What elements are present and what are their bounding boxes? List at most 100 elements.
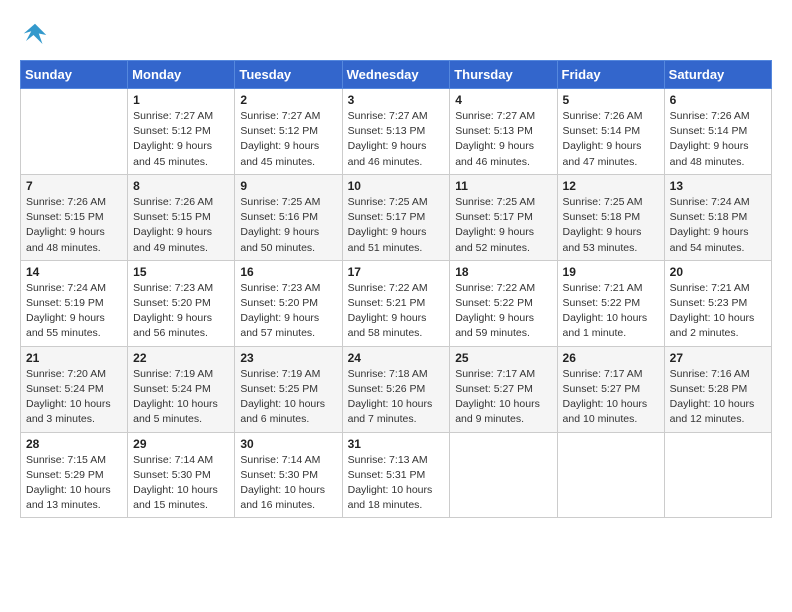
day-of-week-header: Wednesday bbox=[342, 61, 450, 89]
day-number: 21 bbox=[26, 351, 122, 365]
calendar-day-cell: 16 Sunrise: 7:23 AMSunset: 5:20 PMDayligh… bbox=[235, 260, 342, 346]
day-number: 29 bbox=[133, 437, 229, 451]
day-info: Sunrise: 7:23 AMSunset: 5:20 PMDaylight:… bbox=[240, 281, 336, 342]
day-info: Sunrise: 7:14 AMSunset: 5:30 PMDaylight:… bbox=[240, 453, 336, 514]
day-number: 10 bbox=[348, 179, 445, 193]
day-info: Sunrise: 7:20 AMSunset: 5:24 PMDaylight:… bbox=[26, 367, 122, 428]
day-info: Sunrise: 7:17 AMSunset: 5:27 PMDaylight:… bbox=[563, 367, 659, 428]
day-number: 9 bbox=[240, 179, 336, 193]
day-number: 20 bbox=[670, 265, 766, 279]
calendar-day-cell bbox=[664, 432, 771, 518]
day-of-week-header: Friday bbox=[557, 61, 664, 89]
day-number: 12 bbox=[563, 179, 659, 193]
day-number: 3 bbox=[348, 93, 445, 107]
day-number: 31 bbox=[348, 437, 445, 451]
calendar-day-cell bbox=[557, 432, 664, 518]
day-number: 16 bbox=[240, 265, 336, 279]
day-info: Sunrise: 7:27 AMSunset: 5:13 PMDaylight:… bbox=[455, 109, 551, 170]
day-number: 25 bbox=[455, 351, 551, 365]
calendar-day-cell: 1 Sunrise: 7:27 AMSunset: 5:12 PMDaylight… bbox=[128, 89, 235, 175]
page-header bbox=[20, 20, 772, 50]
day-of-week-header: Monday bbox=[128, 61, 235, 89]
day-number: 7 bbox=[26, 179, 122, 193]
day-number: 23 bbox=[240, 351, 336, 365]
calendar-day-cell: 11 Sunrise: 7:25 AMSunset: 5:17 PMDayligh… bbox=[450, 174, 557, 260]
day-info: Sunrise: 7:22 AMSunset: 5:21 PMDaylight:… bbox=[348, 281, 445, 342]
calendar-header-row: SundayMondayTuesdayWednesdayThursdayFrid… bbox=[21, 61, 772, 89]
day-number: 8 bbox=[133, 179, 229, 193]
day-number: 15 bbox=[133, 265, 229, 279]
day-of-week-header: Saturday bbox=[664, 61, 771, 89]
calendar-day-cell: 18Sunrise: 7:22 AMSunset: 5:22 PMDayligh… bbox=[450, 260, 557, 346]
calendar-day-cell: 25Sunrise: 7:17 AMSunset: 5:27 PMDayligh… bbox=[450, 346, 557, 432]
calendar-day-cell: 30 Sunrise: 7:14 AMSunset: 5:30 PMDayligh… bbox=[235, 432, 342, 518]
calendar-day-cell: 4 Sunrise: 7:27 AMSunset: 5:13 PMDaylight… bbox=[450, 89, 557, 175]
calendar-day-cell: 2 Sunrise: 7:27 AMSunset: 5:12 PMDaylight… bbox=[235, 89, 342, 175]
logo-icon bbox=[20, 20, 50, 50]
day-number: 4 bbox=[455, 93, 551, 107]
calendar-day-cell: 9Sunrise: 7:25 AMSunset: 5:16 PMDaylight… bbox=[235, 174, 342, 260]
calendar-day-cell: 17 Sunrise: 7:22 AMSunset: 5:21 PMDayligh… bbox=[342, 260, 450, 346]
day-number: 13 bbox=[670, 179, 766, 193]
calendar-day-cell: 15 Sunrise: 7:23 AMSunset: 5:20 PMDayligh… bbox=[128, 260, 235, 346]
calendar-week-row: 7 Sunrise: 7:26 AMSunset: 5:15 PMDaylight… bbox=[21, 174, 772, 260]
day-number: 19 bbox=[563, 265, 659, 279]
day-info: Sunrise: 7:26 AMSunset: 5:14 PMDaylight:… bbox=[563, 109, 659, 170]
day-number: 28 bbox=[26, 437, 122, 451]
day-info: Sunrise: 7:25 AMSunset: 5:17 PMDaylight:… bbox=[455, 195, 551, 256]
day-info: Sunrise: 7:23 AMSunset: 5:20 PMDaylight:… bbox=[133, 281, 229, 342]
calendar-day-cell: 24Sunrise: 7:18 AMSunset: 5:26 PMDayligh… bbox=[342, 346, 450, 432]
calendar-week-row: 14 Sunrise: 7:24 AMSunset: 5:19 PMDayligh… bbox=[21, 260, 772, 346]
day-info: Sunrise: 7:24 AMSunset: 5:19 PMDaylight:… bbox=[26, 281, 122, 342]
calendar-day-cell: 28 Sunrise: 7:15 AMSunset: 5:29 PMDayligh… bbox=[21, 432, 128, 518]
calendar-day-cell: 5 Sunrise: 7:26 AMSunset: 5:14 PMDaylight… bbox=[557, 89, 664, 175]
day-info: Sunrise: 7:27 AMSunset: 5:12 PMDaylight:… bbox=[133, 109, 229, 170]
calendar-day-cell: 31 Sunrise: 7:13 AMSunset: 5:31 PMDayligh… bbox=[342, 432, 450, 518]
calendar-day-cell: 19 Sunrise: 7:21 AMSunset: 5:22 PMDayligh… bbox=[557, 260, 664, 346]
calendar-day-cell: 7 Sunrise: 7:26 AMSunset: 5:15 PMDaylight… bbox=[21, 174, 128, 260]
day-info: Sunrise: 7:27 AMSunset: 5:12 PMDaylight:… bbox=[240, 109, 336, 170]
day-info: Sunrise: 7:19 AMSunset: 5:25 PMDaylight:… bbox=[240, 367, 336, 428]
day-info: Sunrise: 7:16 AMSunset: 5:28 PMDaylight:… bbox=[670, 367, 766, 428]
calendar-day-cell: 27Sunrise: 7:16 AMSunset: 5:28 PMDayligh… bbox=[664, 346, 771, 432]
day-number: 2 bbox=[240, 93, 336, 107]
day-info: Sunrise: 7:26 AMSunset: 5:15 PMDaylight:… bbox=[26, 195, 122, 256]
day-info: Sunrise: 7:25 AMSunset: 5:17 PMDaylight:… bbox=[348, 195, 445, 256]
calendar-day-cell: 12 Sunrise: 7:25 AMSunset: 5:18 PMDayligh… bbox=[557, 174, 664, 260]
calendar-day-cell bbox=[21, 89, 128, 175]
calendar-day-cell: 20 Sunrise: 7:21 AMSunset: 5:23 PMDayligh… bbox=[664, 260, 771, 346]
calendar-day-cell: 23 Sunrise: 7:19 AMSunset: 5:25 PMDayligh… bbox=[235, 346, 342, 432]
day-of-week-header: Tuesday bbox=[235, 61, 342, 89]
day-info: Sunrise: 7:25 AMSunset: 5:18 PMDaylight:… bbox=[563, 195, 659, 256]
calendar-week-row: 21 Sunrise: 7:20 AMSunset: 5:24 PMDayligh… bbox=[21, 346, 772, 432]
calendar-week-row: 28 Sunrise: 7:15 AMSunset: 5:29 PMDayligh… bbox=[21, 432, 772, 518]
day-number: 17 bbox=[348, 265, 445, 279]
day-info: Sunrise: 7:13 AMSunset: 5:31 PMDaylight:… bbox=[348, 453, 445, 514]
day-info: Sunrise: 7:24 AMSunset: 5:18 PMDaylight:… bbox=[670, 195, 766, 256]
day-number: 11 bbox=[455, 179, 551, 193]
day-info: Sunrise: 7:27 AMSunset: 5:13 PMDaylight:… bbox=[348, 109, 445, 170]
logo bbox=[20, 20, 54, 50]
day-info: Sunrise: 7:15 AMSunset: 5:29 PMDaylight:… bbox=[26, 453, 122, 514]
day-number: 14 bbox=[26, 265, 122, 279]
day-info: Sunrise: 7:21 AMSunset: 5:22 PMDaylight:… bbox=[563, 281, 659, 342]
day-number: 26 bbox=[563, 351, 659, 365]
day-info: Sunrise: 7:19 AMSunset: 5:24 PMDaylight:… bbox=[133, 367, 229, 428]
calendar-day-cell: 6Sunrise: 7:26 AMSunset: 5:14 PMDaylight… bbox=[664, 89, 771, 175]
calendar-week-row: 1 Sunrise: 7:27 AMSunset: 5:12 PMDaylight… bbox=[21, 89, 772, 175]
calendar-day-cell: 21 Sunrise: 7:20 AMSunset: 5:24 PMDayligh… bbox=[21, 346, 128, 432]
day-number: 30 bbox=[240, 437, 336, 451]
calendar-day-cell: 13 Sunrise: 7:24 AMSunset: 5:18 PMDayligh… bbox=[664, 174, 771, 260]
day-info: Sunrise: 7:21 AMSunset: 5:23 PMDaylight:… bbox=[670, 281, 766, 342]
day-info: Sunrise: 7:18 AMSunset: 5:26 PMDaylight:… bbox=[348, 367, 445, 428]
day-number: 5 bbox=[563, 93, 659, 107]
calendar-day-cell: 22 Sunrise: 7:19 AMSunset: 5:24 PMDayligh… bbox=[128, 346, 235, 432]
calendar-day-cell: 26 Sunrise: 7:17 AMSunset: 5:27 PMDayligh… bbox=[557, 346, 664, 432]
day-number: 18 bbox=[455, 265, 551, 279]
calendar-day-cell: 3 Sunrise: 7:27 AMSunset: 5:13 PMDaylight… bbox=[342, 89, 450, 175]
calendar-table: SundayMondayTuesdayWednesdayThursdayFrid… bbox=[20, 60, 772, 518]
day-number: 1 bbox=[133, 93, 229, 107]
calendar-day-cell: 8Sunrise: 7:26 AMSunset: 5:15 PMDaylight… bbox=[128, 174, 235, 260]
day-info: Sunrise: 7:26 AMSunset: 5:14 PMDaylight:… bbox=[670, 109, 766, 170]
day-number: 22 bbox=[133, 351, 229, 365]
